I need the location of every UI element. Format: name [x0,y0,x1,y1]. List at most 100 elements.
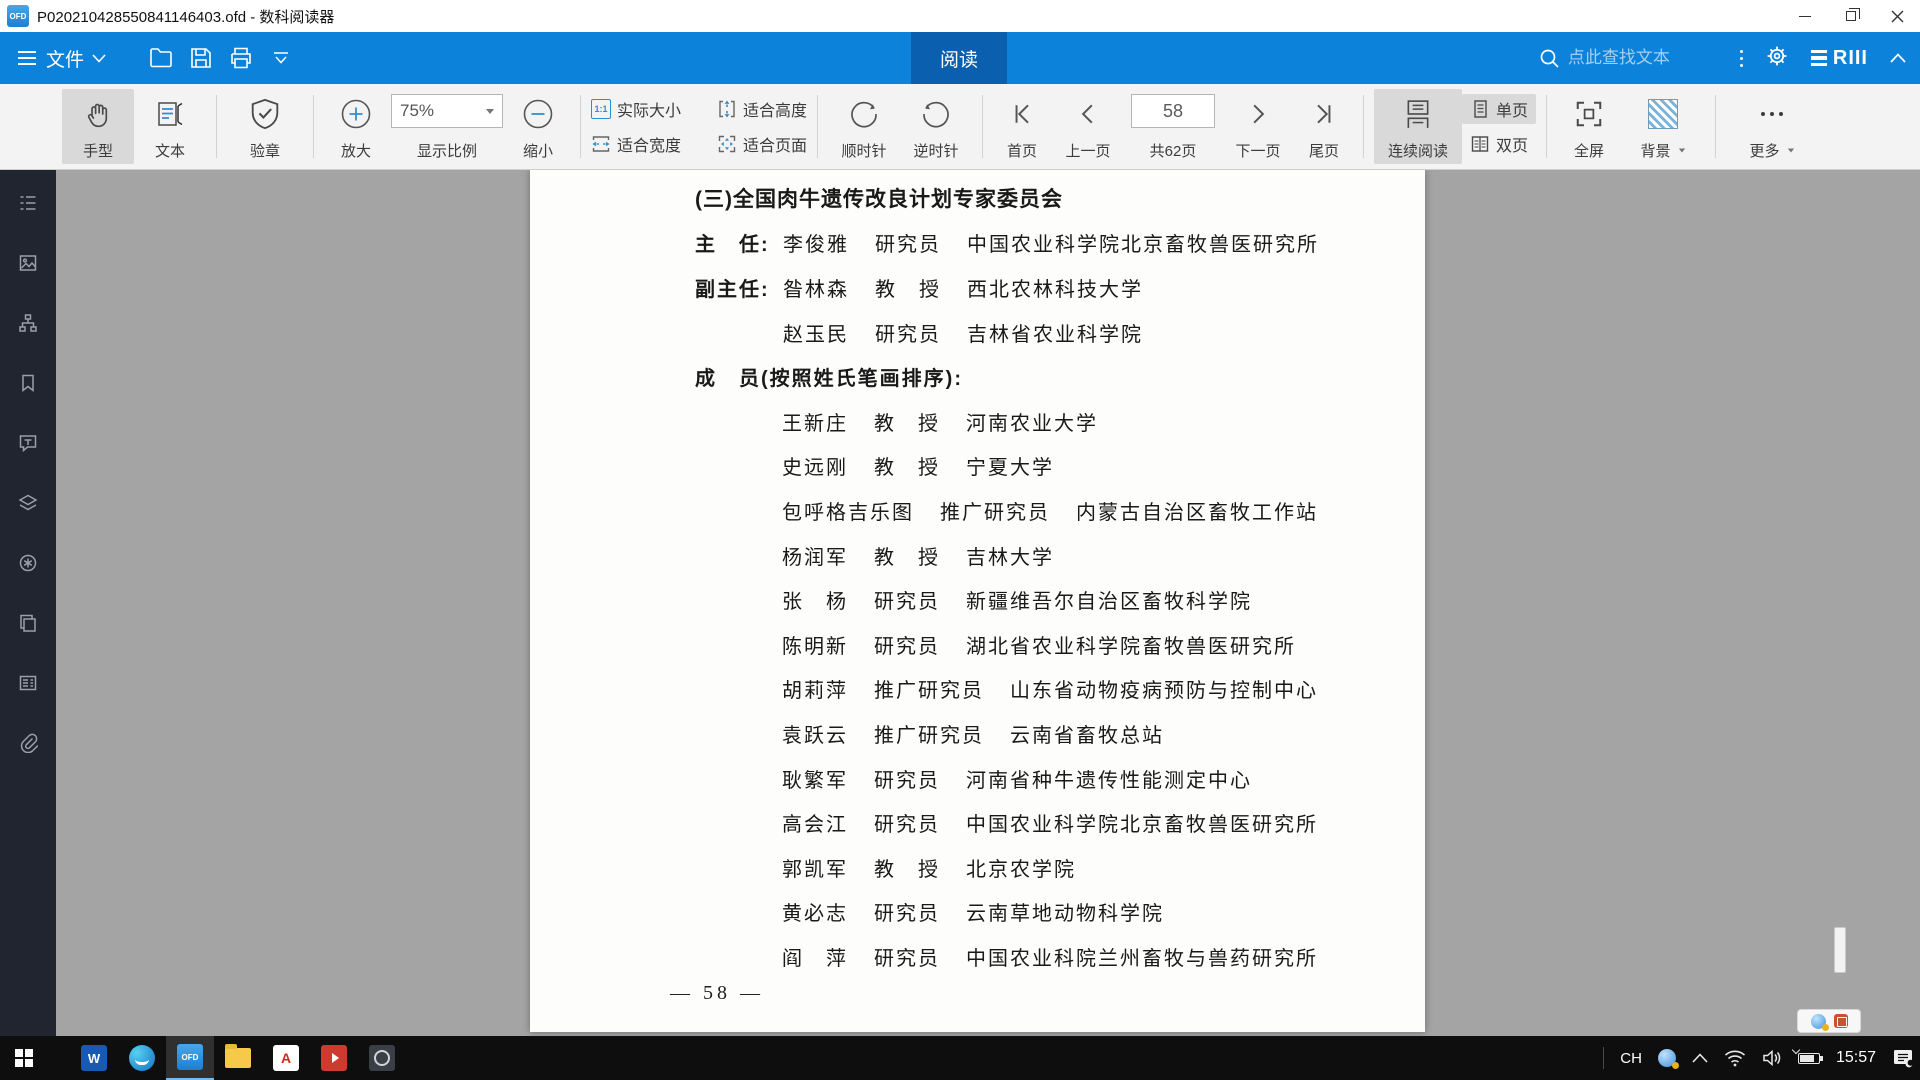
print-button[interactable] [228,45,254,71]
double-page-button[interactable]: 双页 [1462,129,1536,159]
taskbar-edge-button[interactable] [118,1036,166,1080]
zoom-out-label: 缩小 [523,140,553,161]
copy-pages-panel-button[interactable] [11,606,45,640]
search-box[interactable] [1539,48,1718,69]
fullscreen-button[interactable]: 全屏 [1557,89,1621,164]
shield-check-icon [250,98,280,130]
battery-icon[interactable] [1798,1053,1820,1064]
start-button[interactable] [0,1036,48,1080]
last-page-button[interactable]: 尾页 [1295,89,1353,164]
ime-floating-bar[interactable] [1797,1009,1861,1033]
member-row: 耿繁军研究员河南省种牛遗传性能测定中心 [530,756,1425,801]
leader-row: 赵玉民研究员吉林省农业科学院 [530,310,1425,355]
wifi-icon[interactable] [1724,1049,1746,1067]
taskbar-red-app-button[interactable] [310,1036,358,1080]
taskbar-dark-app-button[interactable] [358,1036,406,1080]
member-title: 推广研究员 [874,719,984,748]
zoom-in-button[interactable]: 放大 [324,89,388,164]
save-button[interactable] [188,45,214,71]
thumbnails-panel-button[interactable] [11,246,45,280]
settings-button[interactable] [1765,44,1789,73]
folder-icon [149,47,173,69]
bookmark-panel-button[interactable] [11,366,45,400]
background-button[interactable]: 背景 [1621,89,1705,164]
layers-panel-button[interactable] [11,486,45,520]
volume-icon[interactable] [1762,1049,1782,1067]
rotate-cw-button[interactable]: 顺时针 [828,89,900,164]
member-name: 胡莉萍 [782,674,848,703]
text-tool-button[interactable]: 文本 [134,89,206,164]
file-menu[interactable]: 文件 [18,45,106,72]
background-swatch-icon [1648,99,1678,129]
fit-page-button[interactable]: 适合页面 [717,132,807,156]
taskbar-explorer-button[interactable] [214,1036,262,1080]
fit-height-button[interactable]: 适合高度 [717,97,807,121]
fit-width-button[interactable]: 适合宽度 [591,132,703,156]
single-page-label: 单页 [1496,97,1528,121]
tray-expand-icon[interactable] [1692,1053,1708,1063]
page-number-input[interactable] [1131,94,1215,128]
structure-panel-button[interactable] [11,306,45,340]
member-org: 中国农业科院兰州畜牧与兽药研究所 [966,942,1318,971]
brand-logo: RIII [1811,47,1868,70]
toolbar-divider [982,95,983,158]
outline-panel-button[interactable] [11,186,45,220]
document-page: (三)全国肉牛遗传改良计划专家委员会 主 任:李俊雅研究员中国农业科学院北京畜牧… [530,170,1425,1032]
taskbar-word-button[interactable]: W [70,1036,118,1080]
attachment-panel-button[interactable] [11,726,45,760]
tab-read[interactable]: 阅读 [911,32,1007,84]
logo-text: RIII [1833,47,1868,70]
comment-text-icon [18,433,38,453]
restore-button[interactable] [1828,0,1874,32]
more-options-icon[interactable] [1740,50,1743,67]
continuous-reading-button[interactable]: 连续阅读 [1374,89,1462,164]
zoom-ratio-select[interactable]: 75% [391,94,503,128]
more-button[interactable]: 更多 [1726,89,1818,164]
annotation-panel-button[interactable] [11,426,45,460]
collapse-toolbar-button[interactable] [268,45,294,71]
member-title: 教 授 [874,541,940,570]
leader-row: 主 任:李俊雅研究员中国农业科学院北京畜牧兽医研究所 [530,221,1425,266]
search-input[interactable] [1568,48,1718,68]
hand-tool-label: 手型 [83,140,113,161]
rotate-ccw-button[interactable]: 逆时针 [900,89,972,164]
menu-bar: 文件 阅读 [0,32,1920,84]
seal-panel-button[interactable] [11,546,45,580]
member-name: 张 杨 [782,585,848,614]
first-page-button[interactable]: 首页 [993,89,1051,164]
taskbar-pdf-button[interactable]: A [262,1036,310,1080]
action-center-icon[interactable] [1892,1048,1914,1068]
page-number-footer: — 58 — [670,982,764,1005]
more-label: 更多 [1750,140,1780,161]
prev-page-label: 上一页 [1066,140,1111,161]
sogou-ime-icon[interactable] [1658,1049,1676,1067]
member-org: 新疆维吾尔自治区畜牧科学院 [966,585,1252,614]
member-name: 袁跃云 [782,719,848,748]
vertical-scrollbar-thumb[interactable] [1834,927,1846,973]
toolbar-divider [1363,95,1364,158]
minimize-button[interactable] [1782,0,1828,32]
verify-seal-button[interactable]: 验章 [227,89,303,164]
actual-size-label: 实际大小 [617,97,681,121]
next-page-label: 下一页 [1236,140,1281,161]
prev-page-button[interactable]: 上一页 [1055,89,1121,164]
taskbar-ofd-reader-button[interactable]: OFD [166,1036,214,1080]
close-button[interactable] [1874,0,1920,32]
fullscreen-label: 全屏 [1574,140,1604,161]
fit-group: 1:1 实际大小 适合高度 适合宽度 适合页面 [591,89,807,164]
document-view[interactable]: (三)全国肉牛遗传改良计划专家委员会 主 任:李俊雅研究员中国农业科学院北京畜牧… [56,170,1920,1036]
member-title: 研究员 [874,585,940,614]
ime-language-indicator[interactable]: CH [1620,1050,1642,1067]
news-panel-button[interactable] [11,666,45,700]
next-page-button[interactable]: 下一页 [1225,89,1291,164]
first-page-icon [1010,102,1034,126]
single-page-button[interactable]: 单页 [1462,94,1536,124]
ime-mode-icon [1834,1014,1848,1028]
collapse-ribbon-icon[interactable] [1890,53,1906,63]
clock[interactable]: 15:57 [1836,1049,1876,1067]
hand-tool-button[interactable]: 手型 [62,89,134,164]
red-app-icon [321,1045,347,1071]
actual-size-button[interactable]: 1:1 实际大小 [591,97,703,121]
zoom-out-button[interactable]: 缩小 [506,89,570,164]
open-file-button[interactable] [148,45,174,71]
